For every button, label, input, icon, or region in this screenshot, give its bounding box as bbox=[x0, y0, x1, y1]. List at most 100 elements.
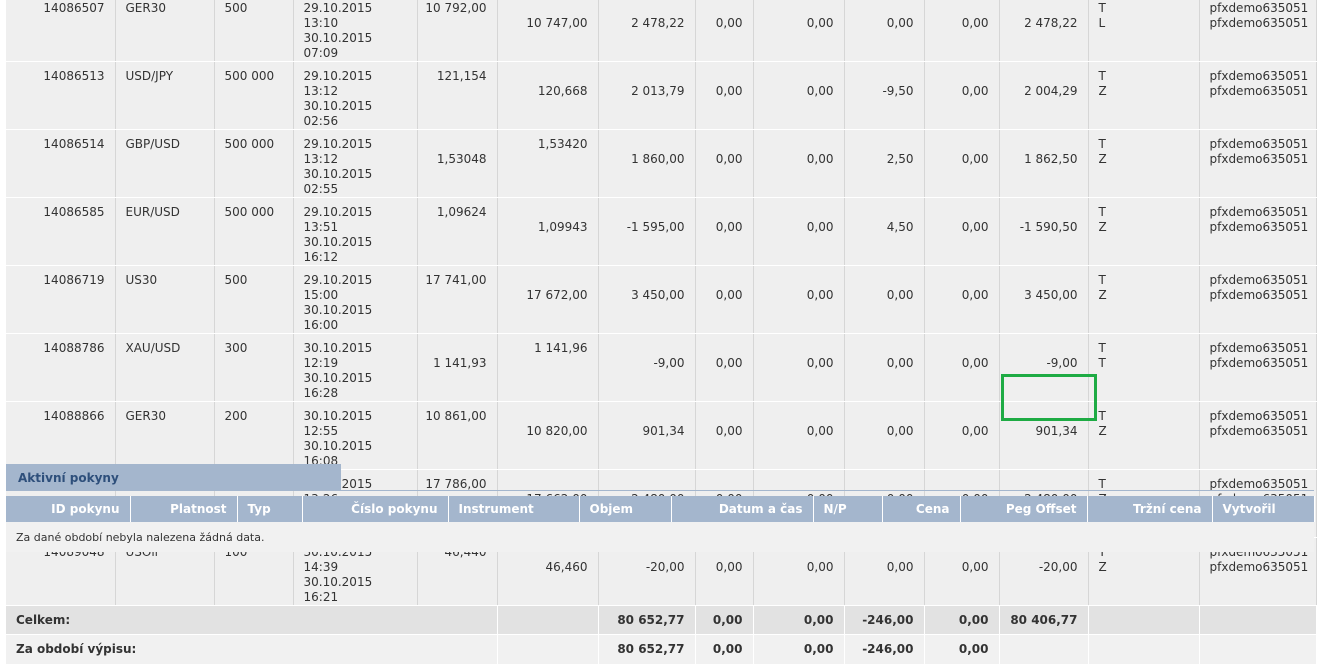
trade-total: 3 450,00 bbox=[1024, 288, 1078, 302]
column-header[interactable]: ID pokynu bbox=[6, 496, 131, 522]
period-c3: -246,00 bbox=[844, 634, 925, 664]
period-c1: 0,00 bbox=[695, 634, 754, 664]
trade-type: T bbox=[1098, 1, 1106, 15]
trade-fee: 0,00 bbox=[806, 288, 834, 302]
trade-open-price: 10 861,00 bbox=[425, 409, 487, 423]
trade-fee: 0,00 bbox=[806, 152, 834, 166]
trade-close-price: 1,53048 bbox=[436, 152, 487, 166]
trade-other: 0,00 bbox=[961, 84, 989, 98]
trade-other: 0,00 bbox=[961, 220, 989, 234]
trade-type: T bbox=[1098, 356, 1106, 370]
trade-user: pfxdemo635051 bbox=[1209, 341, 1309, 355]
trade-symbol: GER30 bbox=[125, 409, 167, 423]
trade-volume: 200 bbox=[224, 409, 248, 423]
empty-message: Za dané období nebyla nalezena žádná dat… bbox=[6, 522, 1314, 552]
trade-user: pfxdemo635051 bbox=[1209, 69, 1309, 83]
trade-commission: 0,00 bbox=[715, 152, 743, 166]
trade-commission: 0,00 bbox=[715, 356, 743, 370]
orders-header-row: ID pokynu Platnost Typ Číslo pokynu Inst… bbox=[6, 496, 1315, 522]
trade-user: pfxdemo635051 bbox=[1209, 288, 1309, 302]
trade-row: 14086507 GER30 500 29.10.2015 13:10 30.10.20… bbox=[6, 0, 1317, 62]
trade-fee: 0,00 bbox=[806, 424, 834, 438]
trade-time: 30.10.2015 02:55 bbox=[303, 167, 373, 196]
totals-c3: -246,00 bbox=[844, 605, 925, 635]
trade-time: 30.10.2015 16:21 bbox=[303, 575, 373, 604]
column-header[interactable]: Platnost bbox=[130, 496, 238, 522]
column-header[interactable]: Instrument bbox=[448, 496, 580, 522]
trade-type: Z bbox=[1098, 560, 1107, 574]
totals-label: Celkem: bbox=[6, 605, 498, 635]
trade-time: 29.10.2015 13:12 bbox=[303, 137, 373, 166]
trade-type: Z bbox=[1098, 288, 1107, 302]
column-header[interactable]: Vytvořil bbox=[1212, 496, 1315, 522]
trade-close-price: 10 820,00 bbox=[526, 424, 588, 438]
trade-type: T bbox=[1098, 477, 1106, 491]
trade-id: 14086513 bbox=[43, 69, 105, 83]
active-orders-tab[interactable]: Aktivní pokyny bbox=[6, 464, 341, 491]
trade-user: pfxdemo635051 bbox=[1209, 1, 1309, 15]
trade-profit: 2 478,22 bbox=[631, 16, 685, 30]
trade-open-price: 17 786,00 bbox=[425, 477, 487, 491]
trade-time: 29.10.2015 15:00 bbox=[303, 273, 373, 302]
trade-type: Z bbox=[1098, 424, 1107, 438]
active-orders-table: ID pokynu Platnost Typ Číslo pokynu Inst… bbox=[6, 496, 1315, 552]
trade-user: pfxdemo635051 bbox=[1209, 16, 1309, 30]
orders-empty-row: Za dané období nebyla nalezena žádná dat… bbox=[6, 522, 1314, 552]
trade-id: 14088786 bbox=[43, 341, 105, 355]
trade-type: T bbox=[1098, 205, 1106, 219]
trade-other: 0,00 bbox=[961, 16, 989, 30]
trade-volume: 500 000 bbox=[224, 137, 275, 151]
trade-user: pfxdemo635051 bbox=[1209, 560, 1309, 574]
trade-volume: 500 bbox=[224, 273, 248, 287]
trade-type: T bbox=[1098, 69, 1106, 83]
trade-total: -9,00 bbox=[1046, 356, 1078, 370]
trade-row: 14088786 XAU/USD 300 30.10.2015 12:19 30.10.… bbox=[6, 333, 1317, 402]
column-header[interactable]: Objem bbox=[579, 496, 672, 522]
trade-swap: 0,00 bbox=[886, 288, 914, 302]
trade-volume: 500 000 bbox=[224, 205, 275, 219]
column-header[interactable]: N/P bbox=[813, 496, 883, 522]
trade-swap: 0,00 bbox=[886, 356, 914, 370]
column-header[interactable]: Cena bbox=[882, 496, 961, 522]
trade-swap: 2,50 bbox=[886, 152, 914, 166]
period-c2: 0,00 bbox=[753, 634, 845, 664]
period-label: Za období výpisu: bbox=[6, 634, 498, 664]
trade-row: 14086585 EUR/USD 500 000 29.10.2015 13:51 30… bbox=[6, 197, 1317, 266]
trade-commission: 0,00 bbox=[715, 424, 743, 438]
trade-swap: 0,00 bbox=[886, 424, 914, 438]
trade-fee: 0,00 bbox=[806, 220, 834, 234]
trade-type: T bbox=[1098, 409, 1106, 423]
column-header[interactable]: Peg Offset bbox=[960, 496, 1088, 522]
trade-type: Z bbox=[1098, 220, 1107, 234]
section-divider bbox=[6, 490, 1314, 491]
column-header[interactable]: Datum a čas bbox=[671, 496, 814, 522]
trade-user: pfxdemo635051 bbox=[1209, 273, 1309, 287]
trade-commission: 0,00 bbox=[715, 16, 743, 30]
period-row: Za období výpisu: 80 652,77 0,00 0,00 -2… bbox=[6, 634, 1317, 664]
trade-open-price: 1 141,96 bbox=[534, 341, 588, 355]
trade-volume: 500 000 bbox=[224, 69, 275, 83]
column-header[interactable]: Číslo pokynu bbox=[302, 496, 449, 522]
trade-symbol: XAU/USD bbox=[125, 341, 181, 355]
trade-user: pfxdemo635051 bbox=[1209, 220, 1309, 234]
trade-time: 30.10.2015 16:12 bbox=[303, 235, 373, 264]
trade-type: T bbox=[1098, 137, 1106, 151]
trade-open-price: 10 792,00 bbox=[425, 1, 487, 15]
trade-type: Z bbox=[1098, 84, 1107, 98]
trade-other: 0,00 bbox=[961, 152, 989, 166]
column-header[interactable]: Typ bbox=[237, 496, 303, 522]
trade-time: 30.10.2015 07:09 bbox=[303, 31, 373, 60]
trade-fee: 0,00 bbox=[806, 84, 834, 98]
trade-volume: 300 bbox=[224, 341, 248, 355]
trade-total: 1 862,50 bbox=[1024, 152, 1078, 166]
trade-fee: 0,00 bbox=[806, 356, 834, 370]
totals-total: 80 406,77 bbox=[999, 605, 1089, 635]
trade-other: 0,00 bbox=[961, 424, 989, 438]
totals-c2: 0,00 bbox=[753, 605, 845, 635]
trade-time: 29.10.2015 13:51 bbox=[303, 205, 373, 234]
column-header[interactable]: Tržní cena bbox=[1087, 496, 1213, 522]
trade-user: pfxdemo635051 bbox=[1209, 356, 1309, 370]
trade-id: 14086585 bbox=[43, 205, 105, 219]
trade-other: 0,00 bbox=[961, 356, 989, 370]
trade-open-price: 1,09624 bbox=[436, 205, 487, 219]
